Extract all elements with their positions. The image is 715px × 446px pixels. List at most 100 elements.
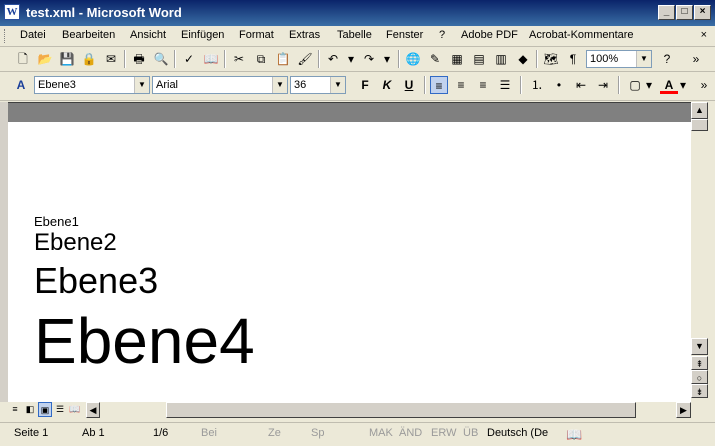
status-erw[interactable]: ERW [431, 427, 456, 439]
copy-icon[interactable]: ⧉ [252, 50, 270, 68]
browse-object-icon[interactable]: ○ [691, 370, 708, 384]
insert-excel-icon[interactable]: ▤ [470, 50, 488, 68]
toolbar-options-icon[interactable]: » [698, 76, 710, 94]
word-app-icon[interactable]: W [4, 4, 20, 20]
borders-dropdown-icon[interactable]: ▾ [644, 76, 654, 94]
menu-acrobat-kommentare[interactable]: Acrobat-Kommentare [529, 29, 634, 41]
style-combo[interactable]: Ebene3 ▼ [34, 76, 150, 94]
chevron-down-icon[interactable]: ▼ [636, 51, 651, 67]
standard-toolbar: 🗋 📂 💾 🔒 ✉ 🖶 🔍 ✓ 📖 ✂ ⧉ 📋 🖌 ↶ ▾ ↷ ▾ 🌐 ✎ ▦ … [0, 47, 715, 72]
status-language[interactable]: Deutsch (De [487, 427, 548, 439]
cut-icon[interactable]: ✂ [230, 50, 248, 68]
status-ueb[interactable]: ÜB [463, 427, 478, 439]
justify-icon[interactable]: ☰ [496, 76, 514, 94]
bold-icon[interactable]: F [356, 76, 374, 94]
chevron-down-icon[interactable]: ▼ [272, 77, 287, 93]
menu-ansicht[interactable]: Ansicht [130, 29, 166, 41]
web-layout-view-icon[interactable]: ◧ [23, 402, 37, 417]
decrease-indent-icon[interactable]: ⇤ [572, 76, 590, 94]
bullets-icon[interactable]: • [550, 76, 568, 94]
status-mak[interactable]: MAK [369, 427, 393, 439]
zoom-combo[interactable]: 100% ▼ [586, 50, 652, 68]
insert-table-icon[interactable]: ▦ [448, 50, 466, 68]
minimize-button[interactable]: _ [658, 5, 675, 20]
close-button[interactable]: × [694, 5, 711, 20]
horizontal-scrollbar[interactable]: ≡ ◧ ▣ ☰ 📖 ◀ ▶ [8, 402, 691, 419]
spelling-icon[interactable]: ✓ [180, 50, 198, 68]
scroll-down-icon[interactable]: ▼ [691, 338, 708, 355]
reading-layout-view-icon[interactable]: 📖 [68, 402, 82, 417]
undo-icon[interactable]: ↶ [324, 50, 342, 68]
doc-line-ebene3: Ebene3 [34, 260, 159, 301]
align-left-icon[interactable]: ≡ [430, 76, 448, 94]
open-folder-icon[interactable]: 📂 [36, 50, 54, 68]
font-size-combo[interactable]: 36 ▼ [290, 76, 346, 94]
align-center-icon[interactable]: ≡ [452, 76, 470, 94]
menu-adobe-pdf[interactable]: Adobe PDF [461, 29, 518, 41]
scroll-left-icon[interactable]: ◀ [86, 402, 100, 418]
menu-datei[interactable]: Datei [20, 29, 46, 41]
underline-icon[interactable]: U [400, 76, 418, 94]
align-right-icon[interactable]: ≡ [474, 76, 492, 94]
drawing-icon[interactable]: ◆ [514, 50, 532, 68]
document-map-icon[interactable]: 🗺 [542, 50, 560, 68]
menu-tabelle[interactable]: Tabelle [337, 29, 372, 41]
format-painter-icon[interactable]: 🖌 [296, 50, 314, 68]
print-preview-icon[interactable]: 🔍 [152, 50, 170, 68]
chevron-down-icon[interactable]: ▼ [134, 77, 149, 93]
menu-format[interactable]: Format [239, 29, 274, 41]
print-layout-view-icon[interactable]: ▣ [38, 402, 52, 417]
tables-borders-icon[interactable]: ✎ [426, 50, 444, 68]
chevron-down-icon[interactable]: ▼ [330, 77, 345, 93]
borders-icon[interactable]: ▢ [626, 76, 644, 94]
print-icon[interactable]: 🖶 [130, 50, 148, 68]
status-section: Ab 1 [82, 427, 105, 439]
doc-line-ebene1: Ebene1 [34, 214, 79, 229]
document-page[interactable]: Ebene1 Ebene2 Ebene3 Ebene4 [8, 122, 691, 402]
show-hide-icon[interactable]: ¶ [564, 50, 582, 68]
redo-icon[interactable]: ↷ [360, 50, 378, 68]
italic-icon[interactable]: K [378, 76, 396, 94]
increase-indent-icon[interactable]: ⇥ [594, 76, 612, 94]
research-icon[interactable]: 📖 [202, 50, 220, 68]
help-icon[interactable]: ? [658, 50, 676, 68]
permission-icon[interactable]: 🔒 [80, 50, 98, 68]
toolbar-separator [174, 50, 176, 68]
menu-einfuegen[interactable]: Einfügen [181, 29, 224, 41]
paste-icon[interactable]: 📋 [274, 50, 292, 68]
font-combo[interactable]: Arial ▼ [152, 76, 288, 94]
numbering-icon[interactable]: ⒈ [528, 76, 546, 94]
redo-dropdown-icon[interactable]: ▾ [378, 50, 396, 68]
hyperlink-icon[interactable]: 🌐 [404, 50, 422, 68]
previous-page-icon[interactable]: ⇞ [691, 356, 708, 370]
save-icon[interactable]: 💾 [58, 50, 76, 68]
normal-view-icon[interactable]: ≡ [8, 402, 22, 417]
word-window: W test.xml - Microsoft Word _ □ × Datei … [0, 0, 715, 446]
status-bar: Seite 1 Ab 1 1/6 Bei Ze Sp MAK ÄND ERW Ü… [0, 422, 715, 446]
toolbar-options-icon[interactable]: » [690, 50, 702, 68]
undo-dropdown-icon[interactable]: ▾ [342, 50, 360, 68]
next-page-icon[interactable]: ⇟ [691, 384, 708, 398]
menu-extras[interactable]: Extras [289, 29, 320, 41]
menubar-grip[interactable] [4, 29, 8, 43]
outline-view-icon[interactable]: ☰ [53, 402, 67, 417]
menu-help[interactable]: ? [439, 29, 445, 41]
left-margin-strip [0, 102, 8, 402]
email-icon[interactable]: ✉ [102, 50, 120, 68]
font-color-dropdown-icon[interactable]: ▾ [678, 76, 688, 94]
spelling-status-icon[interactable]: 📖 [566, 427, 582, 443]
menu-fenster[interactable]: Fenster [386, 29, 423, 41]
maximize-button[interactable]: □ [676, 5, 693, 20]
font-color-icon[interactable]: A [660, 76, 678, 94]
new-document-icon[interactable]: 🗋 [14, 50, 32, 68]
menu-bearbeiten[interactable]: Bearbeiten [62, 29, 115, 41]
vertical-scrollbar[interactable]: ▲ ▼ ⇞ ○ ⇟ [691, 102, 708, 402]
scroll-up-icon[interactable]: ▲ [691, 102, 708, 119]
scroll-right-icon[interactable]: ▶ [676, 402, 691, 418]
styles-formatting-icon[interactable]: A [12, 76, 30, 94]
horizontal-scroll-thumb[interactable] [166, 402, 636, 418]
status-aend[interactable]: ÄND [399, 427, 422, 439]
columns-icon[interactable]: ▥ [492, 50, 510, 68]
scroll-thumb[interactable] [691, 119, 708, 131]
menu-close-document[interactable]: × [701, 29, 707, 41]
